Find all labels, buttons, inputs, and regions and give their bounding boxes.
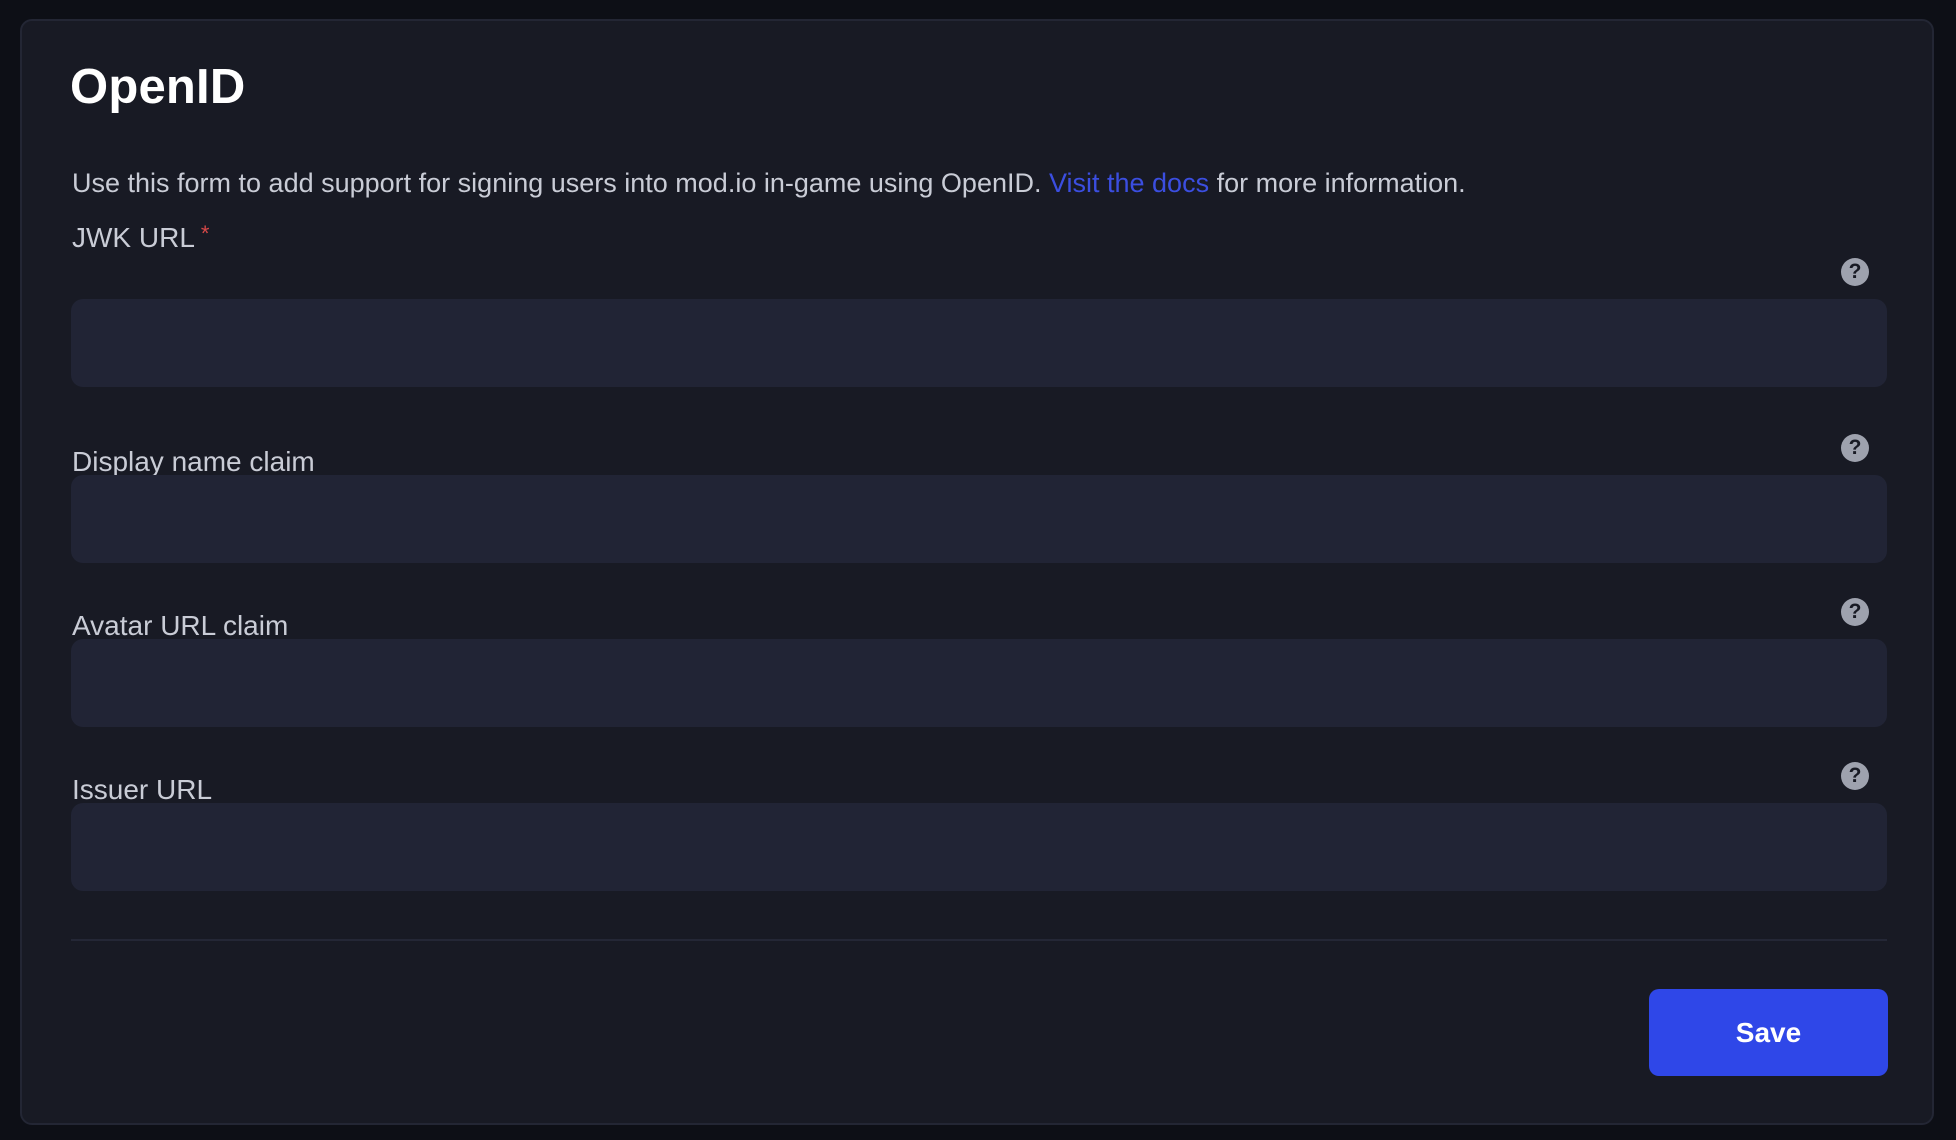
question-circle-icon[interactable]: ? (1841, 258, 1869, 286)
jwk-url-label: JWK URL * (72, 221, 209, 254)
display-name-claim-label: Display name claim (72, 446, 315, 477)
avatar-url-claim-label: Avatar URL claim (72, 610, 289, 641)
issuer-url-label: Issuer URL (72, 774, 213, 805)
page-title: OpenID (70, 60, 246, 114)
form-divider (71, 939, 1887, 941)
avatar-url-claim-input[interactable] (71, 639, 1887, 727)
description-text-end: for more information. (1209, 168, 1466, 198)
question-circle-icon[interactable]: ? (1841, 762, 1869, 790)
jwk-url-input[interactable] (71, 299, 1887, 387)
question-circle-icon[interactable]: ? (1841, 598, 1869, 626)
description-text: Use this form to add support for signing… (72, 168, 1049, 198)
page-description: Use this form to add support for signing… (72, 168, 1466, 199)
required-asterisk: * (200, 221, 210, 246)
docs-link[interactable]: Visit the docs (1049, 168, 1209, 198)
issuer-url-input[interactable] (71, 803, 1887, 891)
save-button[interactable]: Save (1649, 989, 1888, 1076)
question-circle-icon[interactable]: ? (1841, 434, 1869, 462)
display-name-claim-input[interactable] (71, 475, 1887, 563)
openid-settings-card: OpenID Use this form to add support for … (20, 19, 1934, 1125)
jwk-url-label-text: JWK URL (72, 222, 195, 253)
